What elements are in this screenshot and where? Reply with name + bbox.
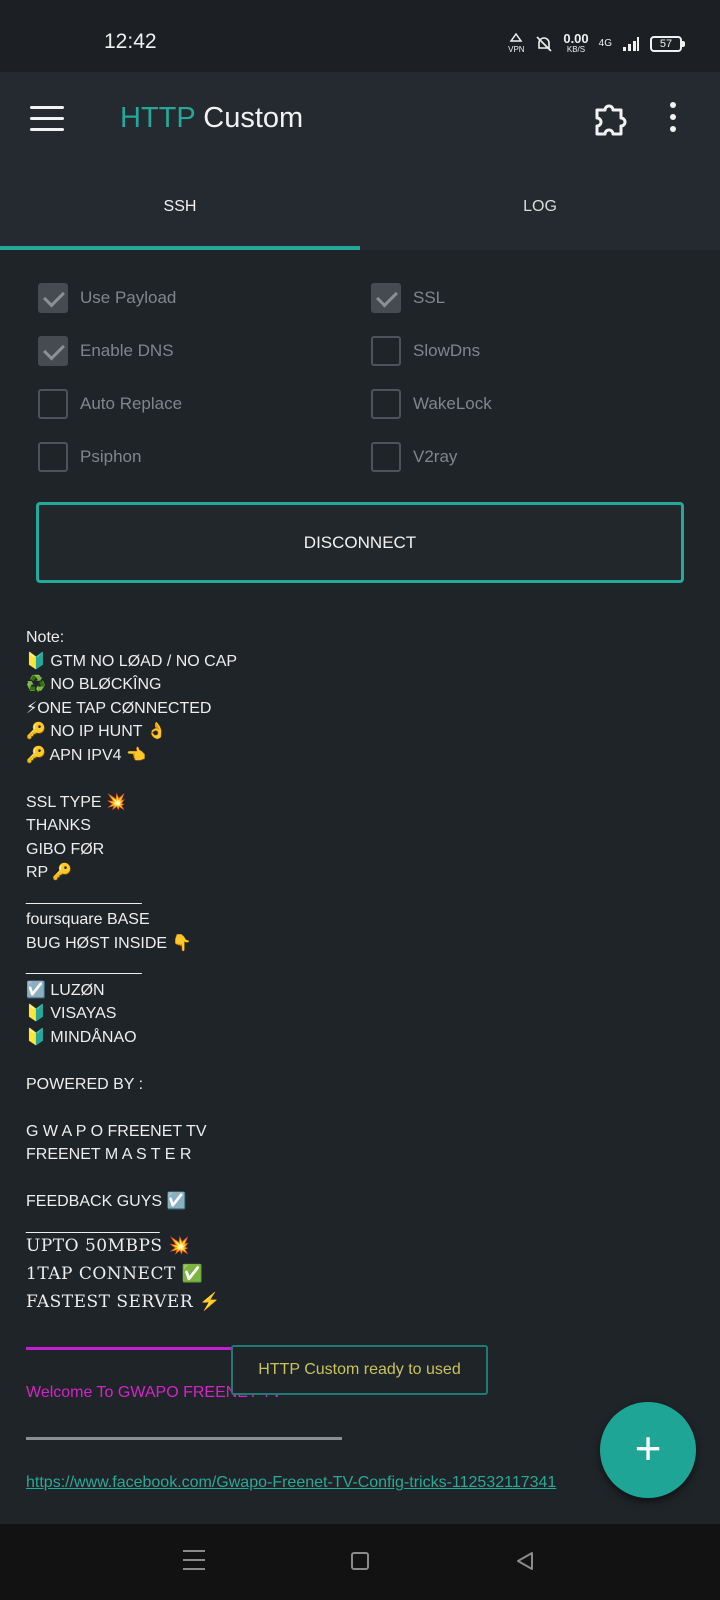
- toast-message: HTTP Custom ready to used: [231, 1345, 488, 1395]
- config-highlights: UPTO 50MBPS 💥 1TAP CONNECT ✅ FASTEST SER…: [26, 1236, 221, 1312]
- status-icons: VPN 0.00 KB/S 4G 57: [507, 30, 685, 55]
- facebook-link[interactable]: https://www.facebook.com/Gwapo-Freenet-T…: [26, 1474, 626, 1492]
- status-time: 12:42: [104, 30, 157, 53]
- recents-icon[interactable]: [183, 1550, 205, 1570]
- mute-bell-icon: [536, 35, 552, 52]
- tab-indicator: [0, 246, 360, 250]
- tab-ssh[interactable]: SSH: [0, 198, 360, 216]
- checkbox-checked[interactable]: [371, 283, 401, 313]
- checkbox-unchecked[interactable]: [371, 336, 401, 366]
- enable-dns-checkbox[interactable]: Enable DNS: [38, 331, 174, 371]
- checkbox-checked[interactable]: [38, 283, 68, 313]
- net-speed: 0.00 KB/S: [563, 30, 589, 54]
- config-note: Note: 🔰 GTM NO LØAD / NO CAP ♻️ NO BLØCK…: [26, 629, 238, 1234]
- ssl-checkbox[interactable]: SSL: [371, 278, 445, 318]
- system-nav-bar: [0, 1524, 720, 1600]
- checkbox-unchecked[interactable]: [38, 442, 68, 472]
- checkbox-unchecked[interactable]: [371, 389, 401, 419]
- app-title: HTTP Custom: [120, 102, 304, 134]
- checkbox-unchecked[interactable]: [371, 442, 401, 472]
- disconnect-button[interactable]: DISCONNECT: [36, 502, 684, 583]
- checkbox-unchecked[interactable]: [38, 389, 68, 419]
- psiphon-checkbox[interactable]: Psiphon: [38, 437, 141, 477]
- tab-bar: SSH LOG: [0, 168, 720, 250]
- use-payload-checkbox[interactable]: Use Payload: [38, 278, 176, 318]
- menu-icon[interactable]: [30, 106, 64, 132]
- auto-replace-checkbox[interactable]: Auto Replace: [38, 384, 182, 424]
- status-bar: 12:42 VPN 0.00 KB/S 4G 57: [0, 0, 720, 72]
- vpn-icon: VPN: [507, 32, 525, 55]
- tab-log[interactable]: LOG: [360, 198, 720, 216]
- more-vert-icon[interactable]: [668, 102, 678, 136]
- back-icon[interactable]: [514, 1550, 536, 1572]
- checkbox-checked[interactable]: [38, 336, 68, 366]
- signal-icon: [623, 36, 639, 51]
- slowdns-checkbox[interactable]: SlowDns: [371, 331, 480, 371]
- puzzle-icon[interactable]: [591, 100, 629, 138]
- home-icon[interactable]: [351, 1552, 369, 1570]
- add-fab-button[interactable]: +: [600, 1402, 696, 1498]
- plus-icon: +: [634, 1422, 662, 1474]
- divider-gray: [26, 1437, 342, 1440]
- app-toolbar: HTTP Custom: [0, 72, 720, 168]
- v2ray-checkbox[interactable]: V2ray: [371, 437, 457, 477]
- wakelock-checkbox[interactable]: WakeLock: [371, 384, 492, 424]
- battery-icon: 57: [650, 35, 685, 52]
- network-type: 4G: [598, 37, 612, 49]
